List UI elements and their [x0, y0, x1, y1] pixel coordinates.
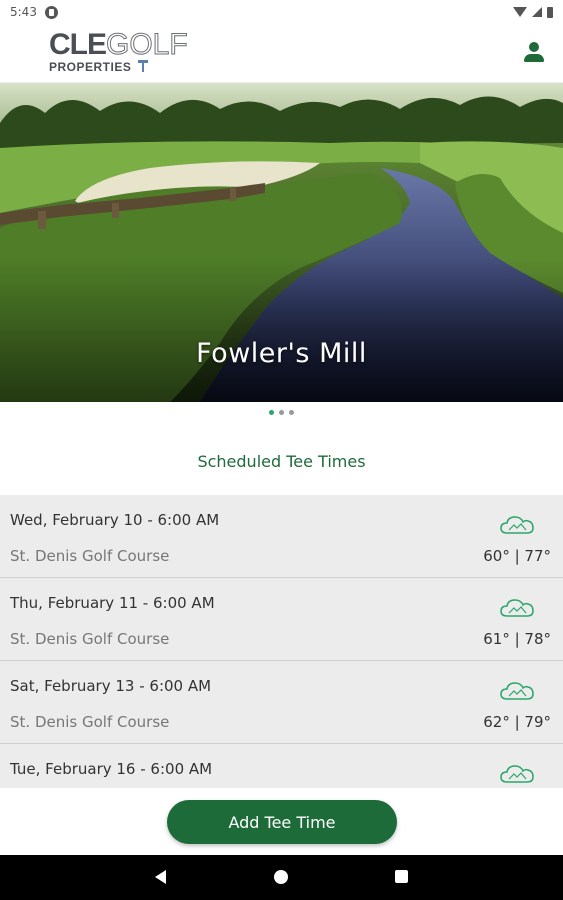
tee-time-row[interactable]: Thu, February 11 - 6:00 AM St. Denis Gol… [0, 578, 563, 661]
status-icons [513, 6, 553, 18]
system-nav-bar [0, 855, 563, 900]
signal-icon [532, 7, 542, 17]
golf-tee-icon [138, 60, 148, 72]
cloud-icon [500, 599, 534, 617]
tee-time-course: St. Denis Golf Course [10, 547, 170, 565]
logo-text-golf: GOLF [106, 28, 189, 61]
section-title-scheduled-tee-times: Scheduled Tee Times [197, 452, 366, 471]
tee-time-row[interactable]: Tue, February 16 - 6:00 AM [0, 744, 563, 788]
app-header: CLEGOLF PROPERTIES [0, 24, 563, 83]
course-hero-image[interactable]: Fowler's Mill [0, 83, 563, 402]
tee-time-date: Thu, February 11 - 6:00 AM [10, 594, 215, 612]
tee-time-temperature: 61° | 78° [483, 630, 551, 648]
tee-time-course: St. Denis Golf Course [10, 630, 170, 648]
button-bar: Add Tee Time [0, 788, 563, 855]
logo-subtitle: PROPERTIES [49, 60, 132, 74]
back-icon[interactable] [155, 870, 166, 884]
tee-time-date: Tue, February 16 - 6:00 AM [10, 760, 213, 778]
profile-icon[interactable] [523, 42, 545, 64]
battery-icon [547, 6, 553, 18]
tee-time-date: Sat, February 13 - 6:00 AM [10, 677, 212, 695]
carousel-indicator [0, 410, 563, 415]
cloud-icon [500, 516, 534, 534]
tee-time-date: Wed, February 10 - 6:00 AM [10, 511, 220, 529]
cloud-icon [500, 765, 534, 783]
recent-apps-icon[interactable] [395, 870, 408, 883]
logo-wordmark: CLEGOLF [49, 28, 199, 61]
tee-time-row[interactable]: Wed, February 10 - 6:00 AM St. Denis Gol… [0, 495, 563, 578]
tee-time-course: St. Denis Golf Course [10, 713, 170, 731]
logo-text-cle: CLE [49, 28, 107, 61]
status-bar: 5:43 [0, 0, 563, 24]
add-tee-time-button[interactable]: Add Tee Time [167, 800, 397, 844]
tee-time-temperature: 62° | 79° [483, 713, 551, 731]
wifi-icon [513, 7, 527, 17]
course-name-title: Fowler's Mill [196, 338, 367, 369]
notification-icon [44, 5, 58, 19]
home-icon[interactable] [274, 870, 288, 884]
status-time: 5:43 [10, 5, 37, 19]
carousel-dot-1[interactable] [269, 410, 274, 415]
cloud-icon [500, 682, 534, 700]
tee-time-row[interactable]: Sat, February 13 - 6:00 AM St. Denis Gol… [0, 661, 563, 744]
carousel-dot-2[interactable] [279, 410, 284, 415]
carousel-dot-3[interactable] [289, 410, 294, 415]
tee-time-temperature: 60° | 77° [483, 547, 551, 565]
tee-time-list[interactable]: Wed, February 10 - 6:00 AM St. Denis Gol… [0, 495, 563, 788]
cle-golf-logo[interactable]: CLEGOLF PROPERTIES [49, 28, 199, 78]
